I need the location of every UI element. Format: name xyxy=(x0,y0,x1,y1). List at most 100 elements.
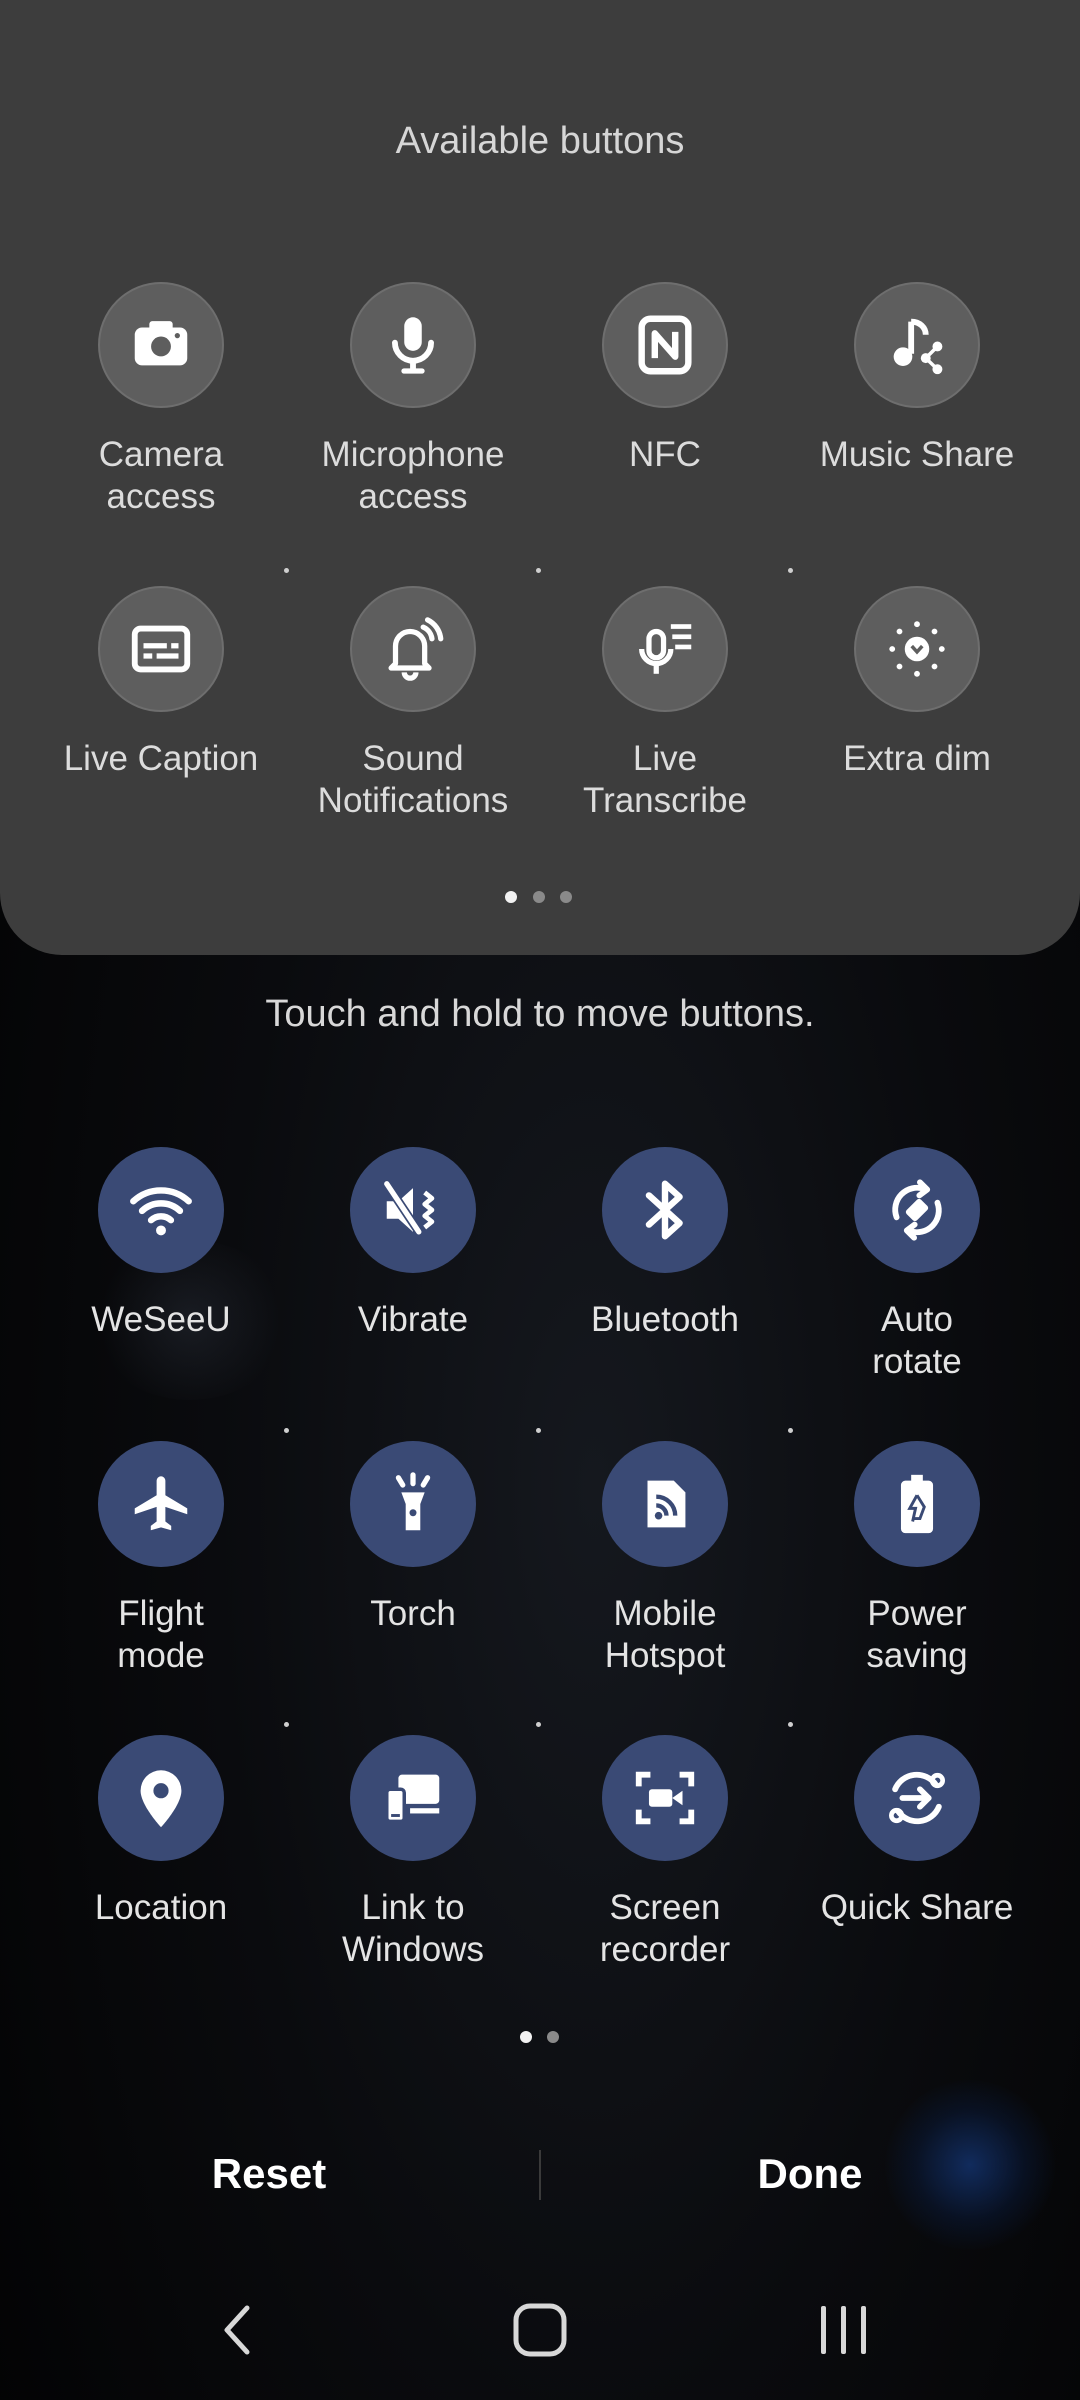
music-share-icon xyxy=(893,318,943,375)
tile-label: Vibrate xyxy=(357,1300,469,1339)
tile-mobile-hotspot[interactable]: Mobile Hotspot xyxy=(540,1441,790,1677)
nfc-icon xyxy=(638,315,692,375)
tile-button[interactable] xyxy=(602,1147,728,1273)
microphone-icon xyxy=(392,317,434,374)
grid-separator-dot xyxy=(788,1428,793,1433)
bluetooth-icon xyxy=(645,1180,683,1240)
tile-sound-notifications[interactable]: Sound Notifications xyxy=(288,586,538,822)
tile-label: Live Transcribe xyxy=(582,739,748,820)
tile-live-caption[interactable]: Live Caption xyxy=(36,586,286,780)
recents-icon xyxy=(821,2306,866,2354)
tile-camera-access[interactable]: Camera access xyxy=(36,282,286,518)
tile-button[interactable] xyxy=(98,1735,224,1861)
tile-screen-recorder[interactable]: Screen recorder xyxy=(540,1735,790,1971)
page-indicator-dot[interactable] xyxy=(547,2031,559,2043)
page-indicator-dot-active[interactable] xyxy=(520,2031,532,2043)
tile-extra-dim[interactable]: Extra dim xyxy=(792,586,1042,780)
tile-microphone-access[interactable]: Microphone access xyxy=(288,282,538,518)
reset-button[interactable]: Reset xyxy=(69,2150,469,2198)
tile-label: Location xyxy=(94,1888,228,1927)
nav-home-button[interactable] xyxy=(480,2290,600,2370)
nav-back-button[interactable] xyxy=(177,2290,297,2370)
grid-separator-dot xyxy=(788,1722,793,1727)
tile-button[interactable] xyxy=(98,282,224,408)
grid-separator-dot xyxy=(284,1428,289,1433)
tile-torch[interactable]: Torch xyxy=(288,1441,538,1635)
tile-button[interactable] xyxy=(350,1441,476,1567)
tile-label: NFC xyxy=(629,435,701,474)
grid-separator-dot xyxy=(284,568,289,573)
grid-separator-dot xyxy=(536,1428,541,1433)
location-icon xyxy=(140,1770,182,1828)
screen-recorder-icon xyxy=(635,1771,695,1825)
tile-label: Link to Windows xyxy=(342,1888,484,1969)
panel-title: Available buttons xyxy=(395,120,685,162)
tile-live-transcribe[interactable]: Live Transcribe xyxy=(540,586,790,822)
tile-label: Bluetooth xyxy=(591,1300,739,1339)
tile-button[interactable] xyxy=(854,586,980,712)
tile-button[interactable] xyxy=(602,1441,728,1567)
grid-separator-dot xyxy=(536,568,541,573)
vibrate-icon xyxy=(383,1181,435,1239)
tile-button[interactable] xyxy=(350,282,476,408)
button-divider xyxy=(539,2150,541,2200)
tile-nfc[interactable]: NFC xyxy=(540,282,790,476)
tile-label: Screen recorder xyxy=(599,1888,731,1969)
sound-notifications-icon xyxy=(388,617,444,681)
power-saving-icon xyxy=(900,1474,934,1534)
tile-link-to-windows[interactable]: Link to Windows xyxy=(288,1735,538,1971)
tile-label: Flight mode xyxy=(117,1594,205,1675)
available-buttons-panel: Available buttons Camera access Micropho… xyxy=(0,0,1080,955)
tile-label: WeSeeU xyxy=(91,1300,231,1339)
tile-music-share[interactable]: Music Share xyxy=(792,282,1042,476)
tile-button[interactable] xyxy=(98,1147,224,1273)
back-icon xyxy=(224,2305,250,2355)
page-indicator-dot[interactable] xyxy=(560,891,572,903)
tile-flight-mode[interactable]: Flight mode xyxy=(36,1441,286,1677)
link-to-windows-icon xyxy=(385,1774,440,1824)
tile-label: Live Caption xyxy=(63,739,259,778)
tile-location[interactable]: Location xyxy=(36,1735,286,1929)
tile-button[interactable] xyxy=(602,1735,728,1861)
nav-recents-button[interactable] xyxy=(784,2290,904,2370)
tile-button[interactable] xyxy=(854,1441,980,1567)
tile-button[interactable] xyxy=(854,1147,980,1273)
tile-label: Microphone access xyxy=(321,435,505,516)
airplane-icon xyxy=(134,1476,188,1531)
page-indicator-dot-active[interactable] xyxy=(505,891,517,903)
tile-bluetooth[interactable]: Bluetooth xyxy=(540,1147,790,1341)
instruction-text: Touch and hold to move buttons. xyxy=(265,993,815,1035)
tile-button[interactable] xyxy=(350,1735,476,1861)
tile-label: Power saving xyxy=(866,1594,968,1675)
live-transcribe-icon xyxy=(639,624,692,674)
tile-auto-rotate[interactable]: Auto rotate xyxy=(792,1147,1042,1383)
torch-icon xyxy=(395,1472,431,1531)
tile-power-saving[interactable]: Power saving xyxy=(792,1441,1042,1677)
grid-separator-dot xyxy=(536,1722,541,1727)
tile-button[interactable] xyxy=(854,1735,980,1861)
grid-separator-dot xyxy=(284,1722,289,1727)
tile-button[interactable] xyxy=(98,586,224,712)
extra-dim-icon xyxy=(889,621,945,677)
camera-icon xyxy=(134,321,188,366)
quick-panel-editor: Available buttons Camera access Micropho… xyxy=(0,0,1080,2400)
tile-button[interactable] xyxy=(350,1147,476,1273)
tile-button[interactable] xyxy=(350,586,476,712)
tile-label: Extra dim xyxy=(843,739,991,778)
done-button[interactable]: Done xyxy=(610,2150,1010,2198)
hotspot-icon xyxy=(647,1480,686,1528)
quick-share-icon xyxy=(889,1771,946,1825)
tile-button[interactable] xyxy=(854,282,980,408)
page-indicator-dot[interactable] xyxy=(533,891,545,903)
live-caption-icon xyxy=(131,625,191,673)
tile-label: Quick Share xyxy=(820,1888,1014,1927)
tile-button[interactable] xyxy=(602,282,728,408)
tile-label: Mobile Hotspot xyxy=(604,1594,726,1675)
tile-button[interactable] xyxy=(98,1441,224,1567)
tile-label: Sound Notifications xyxy=(317,739,509,820)
tile-quick-share[interactable]: Quick Share xyxy=(792,1735,1042,1929)
grid-separator-dot xyxy=(788,568,793,573)
tile-button[interactable] xyxy=(602,586,728,712)
tile-vibrate[interactable]: Vibrate xyxy=(288,1147,538,1341)
tile-wifi[interactable]: WeSeeU xyxy=(36,1147,286,1341)
